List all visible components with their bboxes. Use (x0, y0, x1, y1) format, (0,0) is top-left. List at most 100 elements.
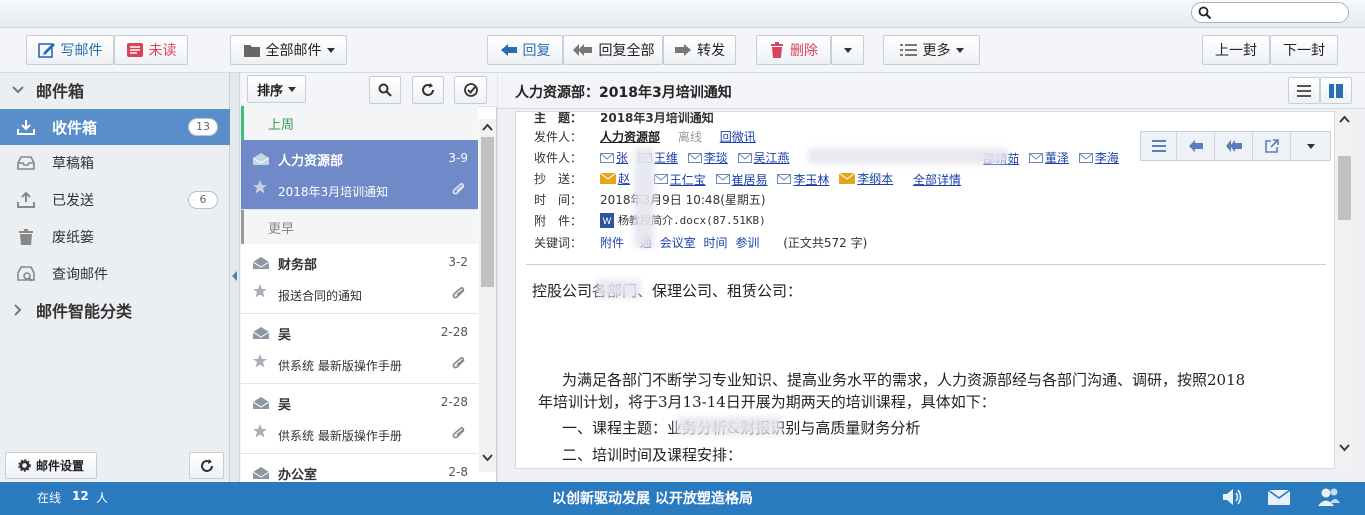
unread-label: 未读 (148, 43, 177, 59)
unread-button[interactable]: 未读 (114, 35, 188, 65)
all-mail-label: 全部邮件 (265, 43, 322, 59)
sidebar-item-label: 废纸篓 (52, 230, 94, 246)
keyword[interactable]: 时间 (704, 236, 728, 250)
star-icon[interactable] (253, 354, 267, 368)
list-scrollbar[interactable] (479, 119, 496, 472)
contacts-icon[interactable] (1317, 487, 1341, 507)
all-details-link[interactable]: 全部详情 (913, 173, 961, 187)
recipient[interactable]: 张 (600, 149, 628, 166)
compose-button[interactable]: 写邮件 (26, 35, 114, 65)
star-icon[interactable] (253, 180, 267, 194)
smart-category-header[interactable]: 邮件智能分类 (0, 292, 230, 328)
reply-button[interactable]: 回复 (487, 35, 563, 65)
more-dropdown[interactable]: 更多 (883, 35, 980, 65)
chevron-down-icon (288, 86, 296, 92)
open-new-window-button[interactable] (1253, 132, 1291, 160)
list-item[interactable]: 吴 2-28 供系统 最新版操作手册 (241, 314, 478, 384)
external-link-icon (1264, 139, 1279, 153)
redaction (676, 417, 781, 435)
recipient-name: 李纲本 (857, 172, 894, 186)
scrollbar-thumb[interactable] (481, 137, 494, 287)
sidebar-item-search-mail[interactable]: 查询邮件 (0, 256, 230, 292)
message-list-button[interactable] (1141, 132, 1177, 160)
cc-recipient[interactable]: 李玉林 (777, 171, 829, 188)
message-date: 2-28 (440, 395, 468, 409)
word-count: (正文共572 字) (783, 236, 868, 250)
list-item[interactable]: 人力资源部 3-9 2018年3月培训通知 (241, 140, 478, 210)
reply-im-link[interactable]: 回微讯 (720, 130, 756, 144)
cc-recipient[interactable]: 赵 (600, 170, 630, 187)
sidebar-item-inbox[interactable]: 收件箱 13 (0, 109, 230, 145)
keyword[interactable]: 参训 (735, 236, 759, 250)
sidebar-item-sent[interactable]: 已发送 6 (0, 182, 230, 218)
more-label: 更多 (922, 43, 951, 59)
list-item[interactable]: 财务部 3-2 报送合同的通知 (241, 244, 478, 314)
delete-options-dropdown[interactable] (831, 35, 864, 65)
search-icon (378, 83, 392, 97)
sort-dropdown[interactable]: 排序 (247, 75, 306, 103)
list-search-button[interactable] (369, 76, 401, 104)
message-more-dropdown[interactable] (1291, 132, 1330, 160)
list-refresh-button[interactable] (412, 76, 444, 104)
keywords-label: 关键词： (534, 236, 583, 250)
envelope-icon (253, 257, 269, 269)
cc-recipient[interactable]: 崔居易 (715, 171, 768, 188)
scrollbar-thumb[interactable] (1338, 156, 1351, 220)
cc-recipient[interactable]: 李纲本 (839, 170, 893, 187)
scroll-down-icon[interactable] (1339, 444, 1350, 452)
speaker-icon[interactable] (1222, 488, 1244, 506)
star-icon[interactable] (253, 284, 267, 298)
refresh-folders-button[interactable] (189, 452, 224, 479)
check-icon (463, 83, 478, 97)
recipient[interactable]: 李海 (1078, 149, 1119, 166)
reply-all-button[interactable]: 回复全部 (563, 35, 663, 65)
message-actions-toolbar (1140, 131, 1331, 161)
quick-reply-button[interactable] (1177, 132, 1215, 160)
slogan: 以创新驱动发展 以开放塑造格局 (552, 491, 753, 507)
delete-button[interactable]: 删除 (756, 35, 831, 65)
split-view-button[interactable] (1320, 77, 1352, 104)
mailbox-section-header[interactable]: 邮件箱 (0, 72, 230, 108)
star-icon[interactable] (253, 424, 267, 438)
contact-envelope-icon (737, 152, 752, 163)
search-input[interactable] (1191, 2, 1349, 23)
chevron-down-icon (0, 86, 36, 94)
chevron-down-icon (1306, 143, 1315, 149)
keyword[interactable]: 会议室 (660, 236, 696, 250)
online-count[interactable]: 12 (72, 489, 89, 503)
sidebar-collapse-handle[interactable] (230, 73, 240, 482)
sidebar-item-drafts[interactable]: 草稿箱 (0, 145, 230, 181)
scroll-up-icon[interactable] (1339, 115, 1350, 123)
mail-settings-button[interactable]: 邮件设置 (5, 452, 97, 479)
keyword[interactable]: 附件 (600, 236, 624, 250)
mark-read-button[interactable] (454, 76, 487, 104)
recipient-name: 王仁宝 (669, 172, 706, 187)
message-sender: 吴 (278, 398, 292, 413)
previous-mail-button[interactable]: 上一封 (1202, 35, 1270, 65)
quick-reply-all-button[interactable] (1215, 132, 1253, 160)
list-view-button[interactable] (1288, 77, 1320, 104)
mail-icon[interactable] (1268, 490, 1290, 505)
attachment-label: 附 件： (534, 214, 583, 228)
attachment-file[interactable]: W 杨教授简介.docx(87.51KB) (600, 212, 766, 228)
recipient[interactable]: 吴江燕 (737, 149, 790, 166)
sidebar-item-trash[interactable]: 废纸篓 (0, 219, 230, 255)
message-date: 3-2 (448, 255, 468, 269)
cc-recipient[interactable]: 王仁宝 (653, 171, 706, 188)
from-name[interactable]: 人力资源部 (600, 130, 660, 144)
redaction (596, 280, 641, 298)
recipient[interactable]: 董泽 (1029, 149, 1069, 166)
reader-scrollbar[interactable] (1336, 111, 1353, 469)
list-item[interactable]: 吴 2-28 供系统 最新版操作手册 (241, 384, 478, 454)
recipient[interactable]: 李琰 (687, 149, 728, 166)
recipient-name: 李琰 (703, 151, 728, 165)
scroll-down-icon[interactable] (482, 454, 493, 462)
list-view-icon (1297, 84, 1311, 97)
forward-button[interactable]: 转发 (663, 35, 736, 65)
all-mail-dropdown[interactable]: 全部邮件 (230, 35, 347, 65)
scroll-up-icon[interactable] (482, 123, 493, 131)
next-mail-button[interactable]: 下一封 (1270, 35, 1338, 65)
envelope-icon (253, 467, 269, 479)
word-document-icon: W (600, 212, 614, 228)
redaction (634, 148, 654, 248)
